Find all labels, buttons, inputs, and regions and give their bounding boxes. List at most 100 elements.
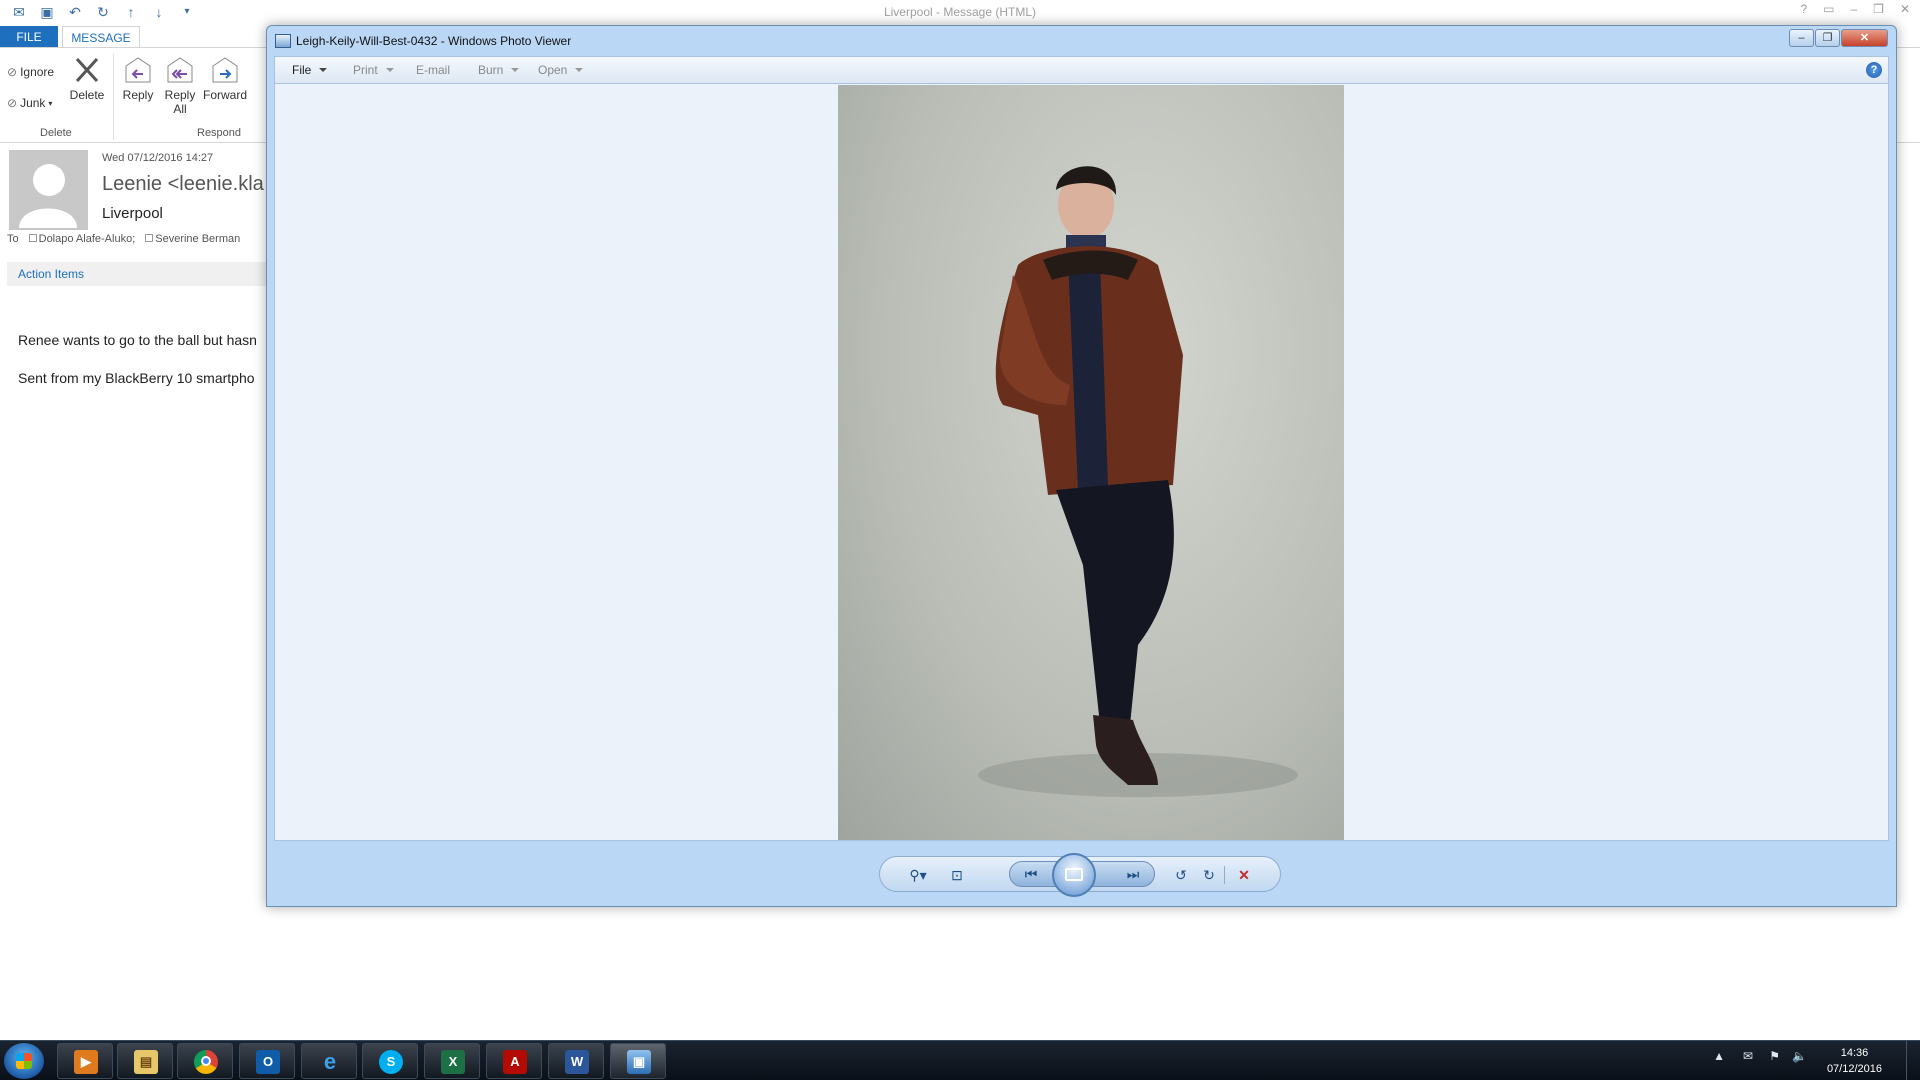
action-items-bar[interactable]: Action Items	[7, 262, 272, 286]
recipient-2[interactable]: Severine Berman	[145, 233, 240, 245]
taskbar-chrome[interactable]	[177, 1043, 233, 1079]
windows-logo-icon	[16, 1053, 32, 1069]
chevron-down-icon	[511, 68, 520, 72]
recipient-2-name: Severine Berman	[155, 233, 241, 245]
help-icon[interactable]: ?	[1866, 62, 1882, 78]
excel-icon: X	[441, 1050, 465, 1074]
recipient-1-name: Dolapo Alafe-Aluko;	[38, 233, 136, 245]
ignore-button[interactable]: ⊘ Ignore	[7, 65, 54, 79]
internet-explorer-icon: e	[323, 1049, 337, 1074]
to-label: To	[7, 233, 19, 245]
minimize-button[interactable]: –	[1789, 29, 1814, 47]
man-in-leather-jacket-image	[978, 166, 1298, 797]
show-desktop-button[interactable]	[1906, 1041, 1920, 1080]
forward-button[interactable]: Forward	[203, 56, 247, 102]
clock-time: 14:36	[1840, 1047, 1869, 1059]
person-silhouette-icon	[19, 164, 77, 228]
ignore-icon: ⊘	[7, 65, 18, 79]
forward-icon	[212, 57, 238, 83]
message-body-signature: Sent from my BlackBerry 10 smartpho	[18, 370, 255, 386]
taskbar-outlook[interactable]: O	[239, 1043, 295, 1079]
taskbar: ▶ ▤ O e S X A W ▣ ▲ ✉ ⚑ 🔈 14:36 07/12/20…	[0, 1040, 1920, 1080]
delete-button[interactable]: Delete	[65, 56, 109, 102]
message-recipients: To Dolapo Alafe-Aluko; Severine Berman	[7, 233, 240, 245]
word-icon: W	[565, 1050, 589, 1074]
photo-viewer-window: Leigh-Keily-Will-Best-0432 - Windows Pho…	[266, 25, 1897, 907]
taskbar-word[interactable]: W	[548, 1043, 604, 1079]
restore-icon[interactable]: ❐	[1873, 2, 1884, 16]
help-icon[interactable]: ?	[1800, 2, 1807, 16]
clock-date: 07/12/2016	[1826, 1063, 1882, 1075]
reply-all-button[interactable]: Reply All	[158, 56, 202, 116]
maximize-button[interactable]: ❐	[1815, 29, 1840, 47]
recipient-1[interactable]: Dolapo Alafe-Aluko;	[28, 233, 136, 245]
photo-viewer-title: Leigh-Keily-Will-Best-0432 - Windows Pho…	[296, 34, 572, 48]
group-label-delete: Delete	[40, 127, 72, 139]
minimize-icon[interactable]: –	[1850, 2, 1857, 16]
tab-message[interactable]: MESSAGE	[62, 26, 140, 48]
reply-all-label-1: Reply	[164, 88, 196, 102]
menu-open-label: Open	[538, 63, 568, 77]
chevron-down-icon	[319, 68, 328, 72]
menu-print-label: Print	[353, 63, 378, 77]
outlook-window-title: Liverpool - Message (HTML)	[883, 5, 1037, 19]
photo-viewer-controls: ⚲▾ ⊡ ⏮ ⏭ ↺ ↻ ✕	[879, 853, 1281, 897]
forward-label: Forward	[203, 88, 248, 102]
rotate-clockwise-icon[interactable]: ↻	[1198, 865, 1220, 885]
group-label-respond: Respond	[197, 127, 242, 139]
slideshow-button[interactable]	[1052, 853, 1096, 897]
junk-button[interactable]: ⊘ Junk ▾	[7, 96, 52, 110]
ignore-label: Ignore	[20, 65, 55, 79]
junk-icon: ⊘	[7, 96, 18, 110]
junk-label: Junk	[20, 96, 46, 110]
action-center-flag-icon[interactable]: ⚑	[1769, 1049, 1780, 1063]
menu-burn[interactable]: Burn	[478, 63, 520, 77]
volume-icon[interactable]: 🔈	[1792, 1049, 1807, 1063]
reply-button[interactable]: Reply	[116, 56, 160, 102]
photo-viewer-app-icon	[275, 34, 291, 48]
system-clock[interactable]: 14:36 07/12/2016	[1827, 1045, 1882, 1077]
photo-viewer-titlebar[interactable]: Leigh-Keily-Will-Best-0432 - Windows Pho…	[267, 26, 1896, 56]
delete-icon[interactable]: ✕	[1233, 865, 1255, 885]
menu-file[interactable]: File	[292, 63, 328, 77]
photo-viewer-icon: ▣	[627, 1050, 651, 1074]
taskbar-skype[interactable]: S	[362, 1043, 418, 1079]
tab-file[interactable]: FILE	[0, 26, 58, 48]
rotate-counterclockwise-icon[interactable]: ↺	[1170, 865, 1192, 885]
show-hidden-icons[interactable]: ▲	[1713, 1049, 1725, 1063]
start-button[interactable]	[4, 1043, 44, 1079]
close-button[interactable]: ✕	[1841, 29, 1888, 47]
action-items-link[interactable]: Action Items	[18, 267, 84, 281]
chrome-icon	[194, 1050, 218, 1074]
menu-open[interactable]: Open	[538, 63, 584, 77]
mail-notification-icon[interactable]: ✉	[1743, 1049, 1753, 1063]
photo-viewer-menubar: File Print E-mail Burn Open ?	[274, 56, 1889, 83]
menu-file-label: File	[292, 63, 312, 77]
chevron-down-icon	[385, 68, 394, 72]
menu-burn-label: Burn	[478, 63, 504, 77]
menu-print[interactable]: Print	[353, 63, 394, 77]
skype-icon: S	[379, 1050, 403, 1074]
taskbar-media-player[interactable]: ▶	[57, 1043, 113, 1079]
taskbar-acrobat[interactable]: A	[486, 1043, 542, 1079]
taskbar-internet-explorer[interactable]: e	[301, 1043, 357, 1079]
message-sender[interactable]: Leenie <leenie.kla	[102, 173, 264, 196]
media-player-icon: ▶	[74, 1050, 98, 1074]
taskbar-file-explorer[interactable]: ▤	[117, 1043, 173, 1079]
actual-size-icon[interactable]: ⊡	[946, 865, 968, 885]
menu-email[interactable]: E-mail	[416, 63, 450, 77]
taskbar-photo-viewer[interactable]: ▣	[610, 1043, 666, 1079]
zoom-icon[interactable]: ⚲▾	[902, 865, 934, 885]
slideshow-icon	[1065, 868, 1083, 881]
ribbon-display-icon[interactable]: ▭	[1823, 2, 1834, 16]
avatar	[9, 150, 88, 230]
outlook-window-controls: ? ▭ – ❐ ✕	[1800, 2, 1910, 16]
menu-email-label: E-mail	[416, 63, 451, 77]
taskbar-excel[interactable]: X	[424, 1043, 480, 1079]
delete-x-icon	[75, 57, 99, 83]
previous-icon[interactable]: ⏮	[1020, 864, 1042, 884]
reply-all-label-2: All	[173, 102, 187, 116]
next-icon[interactable]: ⏭	[1122, 864, 1144, 884]
close-icon[interactable]: ✕	[1900, 2, 1910, 16]
checkbox-icon	[28, 234, 37, 242]
